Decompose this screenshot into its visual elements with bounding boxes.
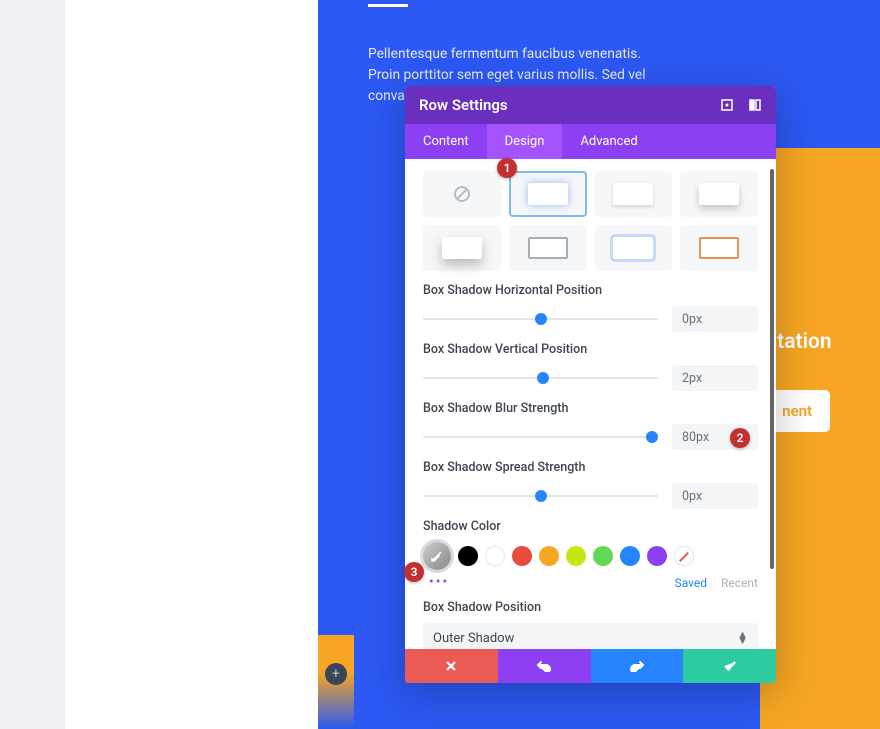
select-value: Outer Shadow: [433, 631, 514, 646]
slider-h-pos[interactable]: [423, 312, 658, 326]
snap-icon[interactable]: [748, 98, 762, 112]
slider-spread[interactable]: [423, 489, 658, 503]
swatch-green[interactable]: [593, 546, 613, 566]
scroll-thumb[interactable]: [770, 169, 774, 569]
expand-icon[interactable]: [720, 98, 734, 112]
preset-border3[interactable]: [680, 225, 758, 271]
color-swatches: [423, 542, 758, 570]
swatch-tab-saved[interactable]: Saved: [675, 576, 707, 590]
shadow-preset-grid: [423, 171, 758, 271]
swatch-red[interactable]: [512, 546, 532, 566]
accent-bg: [760, 148, 880, 729]
label-blur: Box Shadow Blur Strength: [423, 401, 758, 416]
label-shadow-position: Box Shadow Position: [423, 600, 758, 615]
swatch-blue[interactable]: [620, 546, 640, 566]
divider: [368, 4, 408, 7]
row-settings-modal: Row Settings Content Design Advanced: [405, 86, 776, 683]
label-h-pos: Box Shadow Horizontal Position: [423, 283, 758, 298]
label-shadow-color: Shadow Color: [423, 519, 758, 534]
preset-glow[interactable]: [509, 171, 587, 217]
page-background: Pellentesque fermentum faucibus venenati…: [0, 0, 880, 729]
preset-lg[interactable]: [423, 225, 501, 271]
swatch-black[interactable]: [458, 546, 478, 566]
preset-md[interactable]: [680, 171, 758, 217]
swatch-eyedropper[interactable]: [423, 542, 451, 570]
add-section-button[interactable]: +: [325, 663, 347, 685]
slider-blur[interactable]: [423, 430, 658, 444]
annotation-badge-1: 1: [497, 158, 517, 178]
undo-button[interactable]: [498, 649, 591, 683]
swatch-purple[interactable]: [647, 546, 667, 566]
label-spread: Box Shadow Spread Strength: [423, 460, 758, 475]
swatch-orange[interactable]: [539, 546, 559, 566]
tab-advanced[interactable]: Advanced: [562, 124, 655, 159]
tab-content[interactable]: Content: [405, 124, 487, 159]
preset-border2[interactable]: [595, 225, 673, 271]
panel-scrollbar[interactable]: [770, 169, 774, 649]
modal-panel: Box Shadow Horizontal Position 0px Box S…: [405, 159, 776, 649]
value-v-pos[interactable]: 2px: [672, 365, 758, 391]
swatch-tabs: Saved Recent: [423, 576, 758, 590]
label-v-pos: Box Shadow Vertical Position: [423, 342, 758, 357]
modal-tabs: Content Design Advanced: [405, 124, 776, 159]
modal-title: Row Settings: [419, 96, 508, 114]
tab-design[interactable]: Design: [487, 124, 563, 159]
value-h-pos[interactable]: 0px: [672, 306, 758, 332]
sidebar-bg: [0, 0, 65, 729]
annotation-badge-3: 3: [404, 562, 424, 582]
annotation-badge-2: 2: [730, 428, 750, 448]
preset-border1[interactable]: [509, 225, 587, 271]
swatch-tab-recent[interactable]: Recent: [721, 576, 758, 590]
modal-footer: [405, 649, 776, 683]
select-shadow-position[interactable]: Outer Shadow ▲▼: [423, 623, 758, 649]
preset-none[interactable]: [423, 171, 501, 217]
chevron-updown-icon: ▲▼: [737, 632, 748, 644]
swatch-lime[interactable]: [566, 546, 586, 566]
preset-sm[interactable]: [595, 171, 673, 217]
cancel-button[interactable]: [405, 649, 498, 683]
modal-header[interactable]: Row Settings: [405, 86, 776, 124]
save-button[interactable]: [683, 649, 776, 683]
swatch-white[interactable]: [485, 546, 505, 566]
swatch-none[interactable]: [674, 546, 694, 566]
redo-button[interactable]: [591, 649, 684, 683]
slider-v-pos[interactable]: [423, 371, 658, 385]
value-spread[interactable]: 0px: [672, 483, 758, 509]
